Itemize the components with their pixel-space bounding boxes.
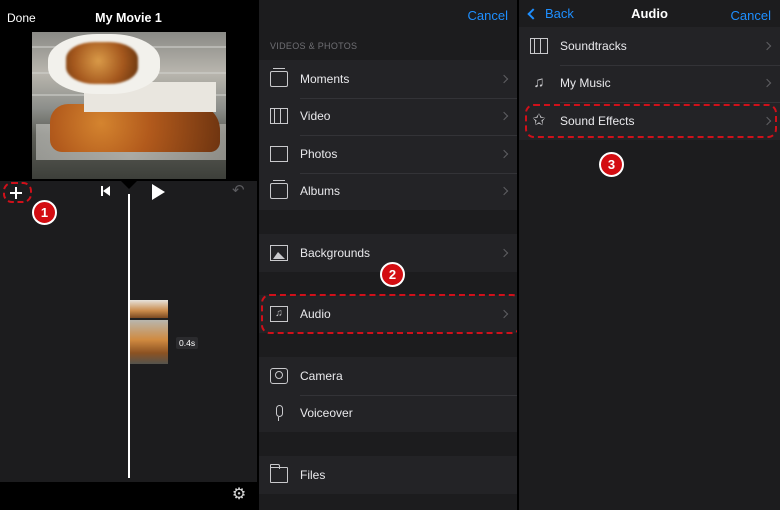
menu-item-label: Audio: [300, 307, 331, 321]
step-badge-3: 3: [599, 152, 624, 177]
chevron-right-icon: [499, 74, 509, 83]
media-browser-panel: Cancel VIDEOS & PHOTOS Moments Video Pho…: [259, 0, 517, 510]
photo-icon: [270, 145, 288, 162]
preview-area: Done My Movie 1: [0, 0, 257, 181]
music-note-icon: ♫: [533, 74, 545, 92]
audio-browser-panel: Back Audio Cancel Soundtracks ♫ My Music…: [519, 0, 780, 510]
video-preview[interactable]: [32, 32, 226, 179]
menu-item-label: Backgrounds: [300, 246, 371, 260]
chevron-right-icon: [762, 116, 772, 125]
menu-item-moments[interactable]: Moments: [259, 60, 517, 98]
menu-item-label: Video: [300, 109, 331, 124]
cancel-button[interactable]: Cancel: [468, 8, 508, 23]
add-media-icon[interactable]: [4, 182, 28, 204]
cancel-button[interactable]: Cancel: [731, 8, 771, 23]
menu-item-label: Moments: [300, 71, 350, 86]
menu-item-voiceover[interactable]: Voiceover: [259, 394, 517, 433]
movie-title: My Movie 1: [95, 11, 162, 25]
menu-item-label: Albums: [300, 184, 341, 199]
chevron-right-icon: [499, 112, 509, 121]
play-icon[interactable]: [152, 184, 165, 200]
files-group: Files: [259, 456, 517, 494]
timeline-clip[interactable]: [130, 300, 168, 364]
step-badge-1: 1: [32, 200, 57, 225]
menu-item-audio[interactable]: ♫ Audio: [259, 295, 517, 333]
chevron-right-icon: [499, 187, 509, 196]
menu-item-camera[interactable]: Camera: [259, 357, 517, 395]
menu-item-label: Files: [300, 468, 326, 482]
navbar: Cancel: [259, 0, 517, 32]
videos-photos-group: Moments Video Photos Albums: [259, 60, 517, 210]
folder-icon: [269, 464, 288, 483]
menu-item-soundtracks[interactable]: Soundtracks: [519, 27, 780, 65]
audio-categories-group: Soundtracks ♫ My Music ✩ Sound Effects: [519, 27, 780, 140]
audio-group: ♫ Audio: [259, 295, 517, 333]
capture-group: Camera Voiceover: [259, 357, 517, 432]
star-burst-icon: ✩: [532, 111, 546, 129]
film-icon: [530, 37, 548, 54]
moments-icon: [270, 67, 288, 87]
bottom-toolbar: [0, 482, 257, 510]
chevron-right-icon: [499, 248, 509, 258]
chevron-right-icon: [762, 79, 772, 88]
film-icon: [270, 108, 288, 125]
menu-item-label: Voiceover: [300, 406, 353, 421]
microphone-icon: [270, 405, 288, 422]
camera-icon: [270, 367, 288, 384]
playhead-marker: [121, 181, 137, 189]
step-badge-2: 2: [380, 262, 405, 287]
landscape-image-icon: [270, 245, 288, 261]
undo-icon[interactable]: ↶: [232, 183, 248, 199]
imovie-editor-panel: Done My Movie 1 1 ↶ 0.4s ⚙: [0, 0, 257, 510]
menu-item-video[interactable]: Video: [259, 97, 517, 136]
menu-item-my-music[interactable]: ♫ My Music: [519, 64, 780, 103]
chevron-right-icon: [762, 41, 772, 50]
clip-duration-label: 0.4s: [176, 337, 199, 349]
skip-to-start-icon[interactable]: [101, 186, 111, 196]
chevron-right-icon: [499, 309, 509, 319]
menu-item-label: Soundtracks: [560, 38, 627, 53]
menu-item-albums[interactable]: Albums: [259, 172, 517, 211]
menu-item-label: Sound Effects: [560, 113, 635, 128]
chevron-right-icon: [499, 149, 509, 158]
menu-item-label: My Music: [560, 76, 611, 91]
section-header: VIDEOS & PHOTOS: [270, 41, 358, 51]
menu-item-label: Photos: [300, 146, 338, 161]
menu-item-photos[interactable]: Photos: [259, 135, 517, 173]
menu-item-files[interactable]: Files: [259, 456, 517, 494]
gear-icon[interactable]: ⚙: [231, 487, 247, 503]
music-note-icon: ♫: [270, 306, 288, 322]
album-icon: [270, 180, 288, 200]
menu-item-label: Camera: [300, 368, 343, 383]
menu-item-sound-effects[interactable]: ✩ Sound Effects: [519, 102, 780, 140]
